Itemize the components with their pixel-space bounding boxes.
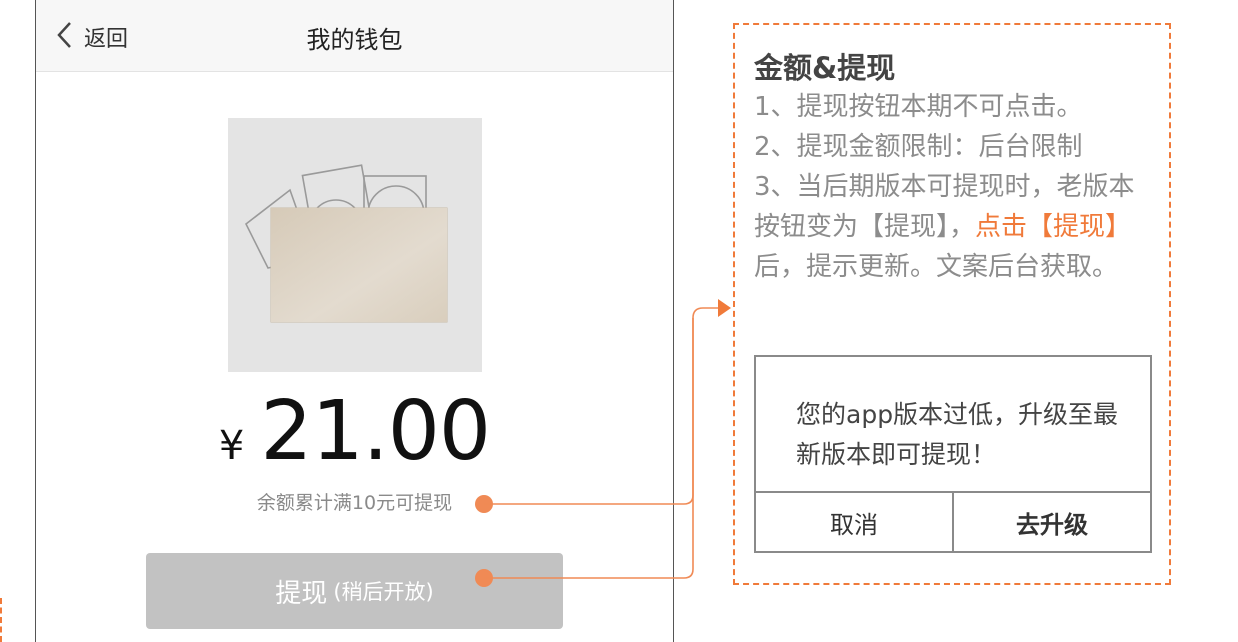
withdraw-button[interactable]: 提现 (稍后开放)	[146, 553, 563, 629]
annotation-line-3-b: 后，提示更新。文案后台获取。	[754, 252, 1119, 282]
nav-bar: 返回 我的钱包	[36, 0, 673, 72]
annotation-title: 金额&提现	[754, 51, 896, 85]
connector-arrow-icon	[718, 299, 731, 317]
balance-amount: ¥ 21.00	[36, 384, 673, 479]
annotation-line-3: 3、当后期版本可提现时，老版本按钮变为【提现】，点击【提现】后，提示更新。文案后…	[754, 167, 1154, 287]
annotation-line-2: 2、提现金额限制：后台限制	[754, 132, 1083, 162]
withdraw-button-sublabel: (稍后开放)	[333, 580, 434, 604]
dialog-message: 您的app版本过低，升级至最新版本即可提现！	[796, 400, 1119, 469]
wallet-image	[228, 118, 482, 372]
withdraw-hint: 余额累计满10元可提现	[256, 492, 453, 514]
balance-value: 21.00	[260, 384, 491, 479]
currency-symbol: ¥	[218, 423, 245, 469]
upgrade-button[interactable]: 去升级	[954, 493, 1150, 551]
annotation-line-3-highlight: 点击【提现】	[975, 212, 1132, 242]
annotation-panel: 金额&提现 1、提现按钮本期不可点击。 2、提现金额限制：后台限制 3、当后期版…	[733, 23, 1171, 585]
update-dialog: 您的app版本过低，升级至最新版本即可提现！ 取消 去升级	[754, 355, 1152, 553]
withdraw-button-label: 提现	[275, 578, 328, 609]
cancel-button[interactable]: 取消	[756, 493, 954, 551]
annotation-line-1: 1、提现按钮本期不可点击。	[754, 92, 1083, 122]
annotation-body: 1、提现按钮本期不可点击。 2、提现金额限制：后台限制 3、当后期版本可提现时，…	[754, 87, 1154, 287]
phone-screen: 返回 我的钱包 ¥ 21.00 余额累计满10元可提现 提现 (稍后开放)	[35, 0, 674, 642]
annotation-edge-marker	[0, 598, 4, 642]
page-title: 我的钱包	[306, 26, 403, 54]
dialog-button-row: 取消 去升级	[756, 491, 1150, 551]
wallet-cards-illustration	[228, 118, 482, 372]
